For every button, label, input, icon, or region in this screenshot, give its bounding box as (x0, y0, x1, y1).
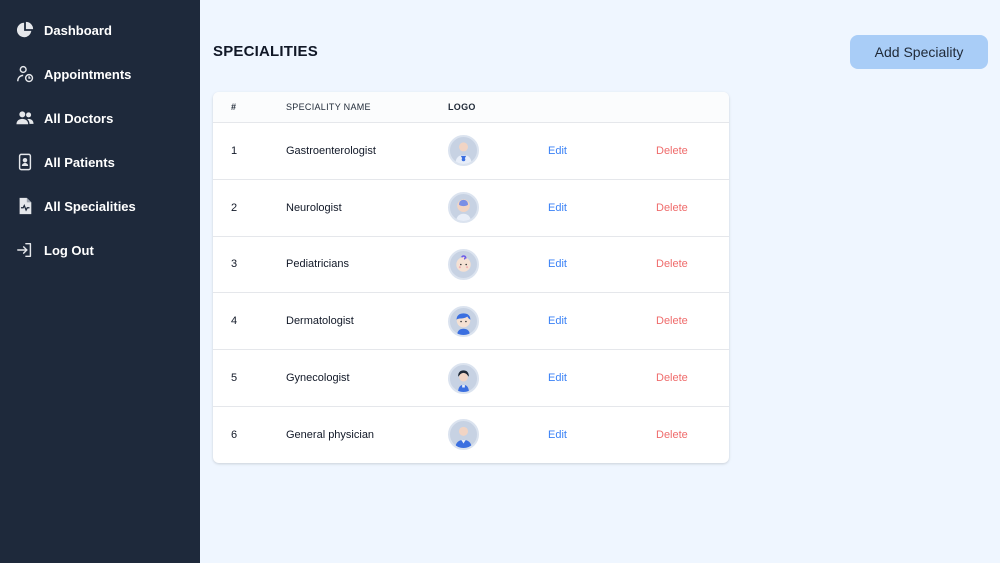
sidebar: Dashboard Appointments All Doctors All P… (0, 0, 200, 563)
edit-link[interactable]: Edit (548, 315, 656, 327)
sidebar-item-label: All Doctors (44, 110, 114, 126)
column-header-number: # (231, 102, 237, 112)
pediatrician-avatar (448, 248, 479, 280)
table-row: 3 Pediatricians Edit Delete (213, 235, 729, 293)
delete-link[interactable]: Delete (656, 202, 729, 214)
row-number: 1 (231, 144, 238, 157)
row-number: 4 (231, 315, 238, 328)
neurologist-avatar (448, 192, 479, 224)
table-row: 6 General physician Edit Delete (213, 405, 729, 463)
dermatologist-avatar (448, 305, 479, 337)
edit-link[interactable]: Edit (548, 372, 656, 384)
speciality-name: General physician (286, 428, 375, 441)
edit-link[interactable]: Edit (548, 429, 656, 441)
row-number: 5 (231, 372, 238, 385)
edit-link[interactable]: Edit (548, 145, 656, 157)
add-speciality-button[interactable]: Add Speciality (850, 35, 988, 69)
file-medical-icon (14, 195, 36, 217)
edit-link[interactable]: Edit (548, 258, 656, 270)
delete-link[interactable]: Delete (656, 315, 729, 327)
general-physician-avatar (448, 419, 479, 451)
column-header-speciality-name: SPECIALITY NAME (286, 102, 371, 112)
table-row: 4 Dermatologist Edit Delete (213, 292, 729, 349)
sidebar-item-all-patients[interactable]: All Patients (0, 140, 200, 184)
users-icon (14, 107, 36, 129)
sidebar-item-dashboard[interactable]: Dashboard (0, 8, 200, 52)
sidebar-item-appointments[interactable]: Appointments (0, 52, 200, 96)
id-badge-icon (14, 151, 36, 173)
table-header: # SPECIALITY NAME LOGO (213, 92, 729, 122)
main-content: SPECIALITIES Add Speciality # SPECIALITY… (200, 0, 1000, 563)
delete-link[interactable]: Delete (656, 258, 729, 270)
speciality-name: Pediatricians (286, 258, 349, 271)
sidebar-item-label: Log Out (44, 242, 94, 258)
delete-link[interactable]: Delete (656, 372, 729, 384)
column-header-logo: LOGO (448, 102, 476, 112)
gynecologist-avatar (448, 362, 479, 394)
row-number: 2 (231, 201, 238, 214)
specialities-table: # SPECIALITY NAME LOGO 1 Gastroenterolog… (213, 92, 729, 463)
table-row: 1 Gastroenterologist Edit Delete (213, 122, 729, 179)
pie-chart-icon (14, 19, 36, 41)
sidebar-item-label: All Specialities (44, 198, 136, 214)
row-number: 3 (231, 258, 238, 271)
sidebar-item-label: All Patients (44, 154, 115, 170)
sidebar-item-label: Appointments (44, 66, 132, 82)
speciality-name: Gynecologist (286, 372, 350, 385)
sidebar-item-log-out[interactable]: Log Out (0, 228, 200, 272)
speciality-name: Dermatologist (286, 315, 354, 328)
sidebar-item-all-doctors[interactable]: All Doctors (0, 96, 200, 140)
user-clock-icon (14, 63, 36, 85)
delete-link[interactable]: Delete (656, 145, 729, 157)
sidebar-item-label: Dashboard (44, 22, 112, 38)
table-row: 5 Gynecologist Edit Delete (213, 349, 729, 406)
logout-icon (14, 239, 36, 261)
gastroenterologist-avatar (448, 135, 479, 167)
row-number: 6 (231, 428, 238, 441)
table-row: 2 Neurologist Edit Delete (213, 178, 729, 236)
edit-link[interactable]: Edit (548, 202, 656, 214)
delete-link[interactable]: Delete (656, 429, 729, 441)
sidebar-item-all-specialities[interactable]: All Specialities (0, 184, 200, 228)
speciality-name: Neurologist (286, 201, 342, 214)
page-title: SPECIALITIES (213, 43, 318, 60)
speciality-name: Gastroenterologist (286, 144, 376, 157)
